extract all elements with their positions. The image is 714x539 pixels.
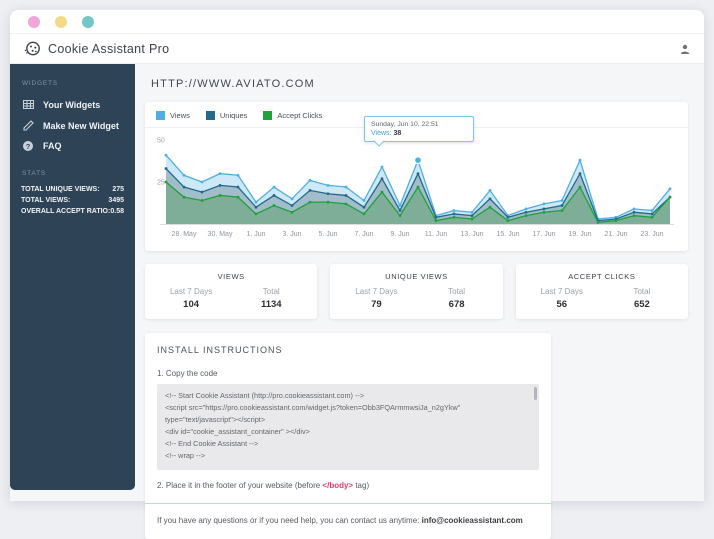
- sidebar-item-label: FAQ: [43, 141, 62, 151]
- legend-label: Views: [170, 111, 190, 120]
- card-title: VIEWS: [217, 272, 245, 281]
- svg-text:21. Jun: 21. Jun: [605, 231, 628, 238]
- legend-label: Accept Clicks: [277, 111, 323, 120]
- install-title: INSTALL INSTRUCTIONS: [157, 345, 283, 355]
- total-value: 678: [448, 299, 465, 310]
- sidebar-stat-overall-accept-ratio: OVERALL ACCEPT RATIO: 0.58: [21, 206, 124, 217]
- legend-item-accept-clicks[interactable]: Accept Clicks: [263, 111, 322, 120]
- stat-label: TOTAL VIEWS:: [21, 197, 71, 204]
- install-step1-label: 1. Copy the code: [157, 369, 218, 378]
- svg-text:30. May: 30. May: [208, 231, 233, 238]
- svg-text:23. Jun: 23. Jun: [641, 231, 664, 238]
- sidebar-item-label: Make New Widget: [43, 120, 119, 131]
- svg-text:15. Jun: 15. Jun: [497, 231, 520, 238]
- contact-text: If you have any questions or if you need…: [157, 516, 422, 525]
- last-7-days-label: Last 7 Days: [540, 287, 583, 296]
- last-7-days-value: 56: [556, 299, 568, 310]
- svg-text:5. Jun: 5. Jun: [318, 231, 337, 238]
- sidebar-widgets-header: WIDGETS: [22, 80, 58, 87]
- grid-icon: [22, 99, 34, 110]
- sidebar-item-faq[interactable]: ? FAQ: [21, 136, 124, 156]
- total-label: Total: [448, 287, 466, 296]
- traffic-chart-svg: 50 25 28. May 30. May 1. Jun 3. Jun 5. Jun 7. J…: [157, 138, 674, 238]
- svg-text:19. Jun: 19. Jun: [569, 231, 592, 238]
- app-title: Cookie Assistant Pro: [48, 41, 170, 56]
- stat-value: 3495: [108, 197, 124, 204]
- traffic-light-close-icon[interactable]: [28, 15, 40, 28]
- sidebar-stats-header: STATS: [22, 170, 46, 177]
- svg-text:25: 25: [157, 180, 165, 187]
- contact-email-link[interactable]: info@cookieassistant.com: [422, 516, 523, 525]
- sidebar-item-your-widgets[interactable]: Your Widgets: [21, 94, 124, 115]
- svg-text:11. Jun: 11. Jun: [425, 231, 448, 238]
- stat-label: OVERALL ACCEPT RATIO:: [21, 208, 111, 215]
- svg-text:50: 50: [157, 138, 165, 145]
- sidebar-stat-total-views: TOTAL VIEWS: 3495: [21, 195, 124, 206]
- accept-clicks-summary-card: ACCEPT CLICKS Last 7 Days 56 Total 652: [515, 264, 688, 319]
- chart-tooltip: Sunday, Jun 10, 22:51 Views: 38: [364, 116, 474, 143]
- total-label: Total: [633, 287, 651, 296]
- app-header: Cookie Assistant Pro: [10, 34, 704, 64]
- contact-divider: [145, 503, 551, 504]
- svg-text:1. Jun: 1. Jun: [246, 231, 265, 238]
- question-icon: ?: [22, 141, 34, 151]
- views-summary-card: VIEWS Last 7 Days 104 Total 1134: [145, 264, 318, 319]
- svg-text:7. Jun: 7. Jun: [354, 231, 373, 238]
- card-title: ACCEPT CLICKS: [568, 272, 636, 281]
- traffic-chart-card: Views Uniques Accept Clicks 50 25 28. May 3…: [145, 102, 688, 251]
- traffic-light-maximize-icon[interactable]: [82, 15, 94, 28]
- svg-text:13. Jun: 13. Jun: [461, 231, 484, 238]
- contact-line: If you have any questions or if you need…: [157, 516, 539, 525]
- install-instructions-card: INSTALL INSTRUCTIONS 1. Copy the code <!…: [145, 333, 551, 539]
- page-title: HTTP://WWW.AVIATO.COM: [151, 78, 315, 90]
- stat-label: TOTAL UNIQUE VIEWS:: [21, 186, 100, 193]
- step2-text-suffix: tag): [353, 481, 370, 490]
- svg-text:9. Jun: 9. Jun: [390, 231, 409, 238]
- last-7-days-label: Last 7 Days: [355, 287, 398, 296]
- legend-item-views[interactable]: Views: [156, 111, 190, 120]
- install-step2-label: 2. Place it in the footer of your websit…: [157, 481, 539, 490]
- code-scrollbar[interactable]: [534, 387, 537, 400]
- accept-clicks-swatch-icon: [263, 111, 273, 120]
- stat-value: 0.58: [110, 208, 124, 215]
- last-7-days-value: 79: [371, 299, 382, 310]
- tooltip-value: 38: [393, 130, 402, 138]
- legend-item-uniques[interactable]: Uniques: [205, 111, 248, 120]
- total-value: 1134: [260, 299, 282, 310]
- main-content: HTTP://WWW.AVIATO.COM Views Uniques Acce…: [135, 64, 704, 539]
- step2-text: 2. Place it in the footer of your websit…: [157, 481, 323, 490]
- window-titlebar: [10, 10, 704, 34]
- tooltip-series-label: Views:: [371, 130, 392, 138]
- tooltip-date: Sunday, Jun 10, 22:51: [371, 121, 439, 129]
- sidebar-stat-total-unique-views: TOTAL UNIQUE VIEWS: 275: [21, 184, 124, 195]
- last-7-days-label: Last 7 Days: [169, 287, 213, 296]
- traffic-light-minimize-icon[interactable]: [55, 15, 67, 28]
- install-code[interactable]: <!-- Start Cookie Assistant (http://pro.…: [157, 384, 539, 470]
- uniques-swatch-icon: [205, 111, 215, 120]
- sidebar-item-make-new-widget[interactable]: Make New Widget: [21, 115, 124, 136]
- svg-text:28. May: 28. May: [172, 231, 197, 238]
- cookie-icon: [24, 40, 41, 57]
- total-label: Total: [262, 287, 280, 296]
- last-7-days-value: 104: [183, 299, 200, 310]
- legend-label: Uniques: [219, 111, 248, 120]
- svg-text:17. Jun: 17. Jun: [533, 231, 556, 238]
- app-brand[interactable]: Cookie Assistant Pro: [24, 40, 169, 57]
- chart-plot-area[interactable]: 50 25 28. May 30. May 1. Jun 3. Jun 5. Jun 7. J…: [156, 116, 677, 247]
- unique-views-summary-card: UNIQUE VIEWS Last 7 Days 79 Total 678: [330, 264, 503, 319]
- total-value: 652: [633, 299, 650, 310]
- sidebar: WIDGETS Your Widgets Make New Widget ? F…: [10, 64, 135, 490]
- browser-window: Cookie Assistant Pro WIDGETS Your Widget…: [10, 10, 704, 539]
- stat-value: 275: [112, 186, 124, 193]
- summary-cards-row: VIEWS Last 7 Days 104 Total 1134 UNIQUE …: [145, 264, 688, 319]
- sidebar-item-label: Your Widgets: [43, 99, 101, 110]
- svg-text:3. Jun: 3. Jun: [282, 231, 301, 238]
- pencil-icon: [22, 120, 34, 131]
- card-title: UNIQUE VIEWS: [385, 272, 448, 281]
- body-tag-code: </body>: [322, 481, 354, 490]
- views-swatch-icon: [156, 111, 165, 120]
- user-account-icon[interactable]: [680, 44, 690, 54]
